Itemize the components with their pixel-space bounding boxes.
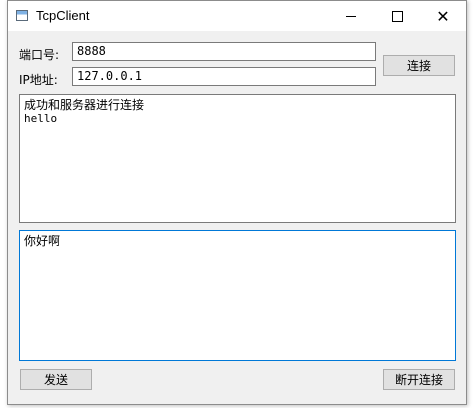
receive-line: hello bbox=[24, 112, 58, 125]
app-window-icon bbox=[16, 10, 28, 21]
port-label: 端口号: bbox=[19, 48, 60, 62]
minimize-button[interactable] bbox=[328, 1, 374, 31]
maximize-button[interactable] bbox=[374, 1, 420, 31]
minimize-icon bbox=[346, 15, 356, 17]
disconnect-button[interactable]: 断开连接 bbox=[383, 369, 455, 390]
connect-button[interactable]: 连接 bbox=[383, 55, 455, 76]
send-text: 你好啊 bbox=[24, 234, 61, 248]
maximize-icon bbox=[391, 10, 403, 22]
window-title: TcpClient bbox=[36, 8, 90, 23]
ip-input[interactable]: 127.0.0.1 bbox=[72, 67, 376, 86]
tcp-client-window: TcpClient ✕ 端口号: 8888 IP地址: 127.0.0.1 连接… bbox=[7, 0, 467, 405]
port-input[interactable]: 8888 bbox=[72, 42, 376, 61]
receive-log[interactable]: 成功和服务器进行连接 hello bbox=[19, 94, 456, 223]
close-button[interactable]: ✕ bbox=[420, 1, 466, 31]
close-icon: ✕ bbox=[436, 6, 450, 26]
send-button[interactable]: 发送 bbox=[20, 369, 92, 390]
ip-label: IP地址: bbox=[19, 73, 58, 87]
receive-line: 成功和服务器进行连接 bbox=[24, 98, 145, 112]
send-input[interactable]: 你好啊 bbox=[19, 230, 456, 361]
title-bar[interactable]: TcpClient ✕ bbox=[8, 1, 466, 31]
